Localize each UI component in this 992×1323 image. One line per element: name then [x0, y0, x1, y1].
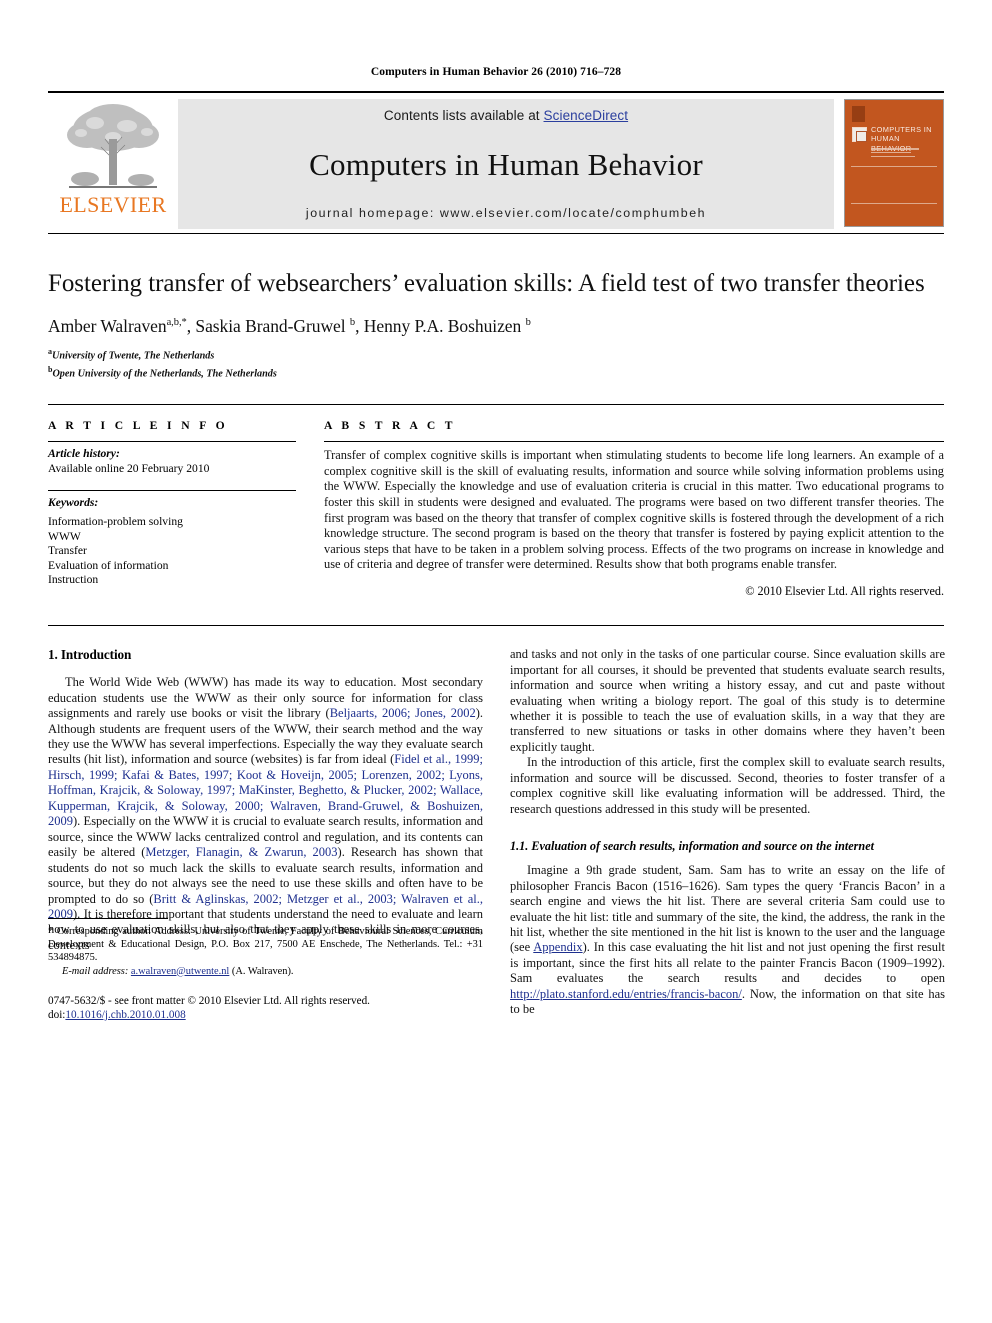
- external-url-link[interactable]: http://plato.stanford.edu/entries/franci…: [510, 987, 742, 1001]
- keyword-item: Instruction: [48, 573, 99, 587]
- info-abstract-region: A R T I C L E I N F O Article history: A…: [48, 404, 944, 627]
- sciencedirect-link[interactable]: ScienceDirect: [544, 108, 629, 123]
- abstract-body: Transfer of complex cognitive skills is …: [324, 448, 944, 572]
- author-1: Amber Walraven: [48, 316, 167, 336]
- cover-divider-bottom: [851, 202, 937, 204]
- affiliation-b-text: Open University of the Netherlands, The …: [52, 367, 277, 379]
- contents-prefix-text: Contents lists available at: [383, 108, 544, 123]
- right-column: and tasks and not only in the tasks of o…: [510, 647, 945, 1018]
- doi-link[interactable]: 10.1016/j.chb.2010.01.008: [65, 1009, 185, 1021]
- keyword-item: Evaluation of information: [48, 558, 169, 572]
- keyword-item: Transfer: [48, 544, 87, 558]
- contents-available-line: Contents lists available at ScienceDirec…: [384, 108, 628, 123]
- footnote-text: Corresponding author. Address: Universit…: [48, 925, 483, 964]
- keyword-item: Information-problem solving: [48, 514, 183, 528]
- paper-page: Computers in Human Behavior 26 (2010) 71…: [0, 0, 992, 1323]
- subsection-title-1-1: 1.1. Evaluation of search results, infor…: [510, 839, 874, 854]
- keywords-label: Keywords:: [48, 496, 99, 510]
- footnote-divider: [48, 917, 168, 919]
- journal-masthead: ELSEVIER Contents lists available at Sci…: [48, 91, 944, 234]
- paragraph-1-1-1: Imagine a 9th grade student, Sam. Sam ha…: [510, 863, 945, 1018]
- journal-cover-thumbnail[interactable]: COMPUTERS IN HUMAN BEHAVIOR: [844, 99, 944, 227]
- article-info-column: A R T I C L E I N F O Article history: A…: [48, 419, 296, 626]
- cover-subtitle-lines: [871, 148, 937, 159]
- keyword-item: WWW: [48, 529, 81, 543]
- masthead-center-band: Contents lists available at ScienceDirec…: [178, 99, 834, 229]
- paragraph-intro-1: The World Wide Web (WWW) has made its wa…: [48, 675, 483, 953]
- issn-copyright-block: 0747-5632/$ - see front matter © 2010 El…: [48, 994, 483, 1022]
- paragraph-intro-2: In the introduction of this article, fir…: [510, 755, 945, 816]
- copyright-line: © 2010 Elsevier Ltd. All rights reserved…: [745, 583, 944, 598]
- author-2: , Saskia Brand-Gruwel: [186, 316, 350, 336]
- cover-divider-top: [851, 166, 937, 168]
- keywords-list: Information-problem solving WWW Transfer…: [48, 515, 296, 588]
- article-history-value: Available online 20 February 2010: [48, 461, 210, 475]
- page-title: Fostering transfer of websearchers’ eval…: [48, 270, 925, 297]
- affiliation-list: aUniversity of Twente, The Netherlands b…: [48, 345, 944, 380]
- doi-label: doi:: [48, 1008, 66, 1021]
- elsevier-wordmark: ELSEVIER: [59, 192, 167, 217]
- affiliation-a-text: University of Twente, The Netherlands: [52, 350, 215, 362]
- abstract-heading: A B S T R A C T: [324, 419, 456, 433]
- citation-reference[interactable]: Beljaarts, 2006; Jones, 2002: [330, 706, 476, 720]
- journal-homepage-line[interactable]: journal homepage: www.elsevier.com/locat…: [306, 206, 706, 220]
- keywords-group: Keywords: Information-problem solving WW…: [48, 496, 296, 588]
- appendix-link[interactable]: Appendix: [533, 940, 582, 954]
- affiliation-b: bOpen University of the Netherlands, The…: [48, 363, 944, 381]
- author-1-affil-marker: a,b,*: [166, 317, 187, 329]
- footnote-email: E-mail address: a.walraven@utwente.nl (A…: [48, 965, 483, 978]
- article-info-rule-mid: [48, 490, 296, 492]
- doi-line: doi:10.1016/j.chb.2010.01.008: [48, 1008, 483, 1022]
- author-3: , Henny P.A. Boshuizen: [355, 316, 526, 336]
- body-columns: 1. Introduction The World Wide Web (WWW)…: [48, 647, 945, 1021]
- email-label: E-mail address:: [62, 965, 129, 977]
- section-title-introduction: 1. Introduction: [48, 647, 132, 663]
- author-3-affil-marker: b: [525, 317, 531, 329]
- issn-line: 0747-5632/$ - see front matter © 2010 El…: [48, 994, 370, 1007]
- author-list: Amber Walravena,b,*, Saskia Brand-Gruwel…: [48, 316, 944, 337]
- affiliation-a: aUniversity of Twente, The Netherlands: [48, 345, 944, 363]
- article-info-rule-top: [48, 441, 296, 443]
- abstract-column: A B S T R A C T Transfer of complex cogn…: [324, 419, 944, 626]
- email-link[interactable]: a.walraven@utwente.nl: [131, 966, 229, 977]
- article-history-group: Article history: Available online 20 Feb…: [48, 447, 296, 476]
- journal-title: Computers in Human Behavior: [309, 146, 703, 182]
- article-info-heading: A R T I C L E I N F O: [48, 419, 229, 433]
- citation-reference[interactable]: Metzger, Flanagin, & Zwarun, 2003: [145, 845, 337, 859]
- cover-elsevier-icon: [852, 106, 865, 122]
- running-head: Computers in Human Behavior 26 (2010) 71…: [370, 66, 622, 78]
- elsevier-tree-icon: [61, 99, 165, 193]
- abstract-rule: [324, 441, 944, 443]
- cover-badge-icon: [852, 127, 867, 142]
- title-block: Fostering transfer of websearchers’ eval…: [48, 268, 944, 380]
- left-column: 1. Introduction The World Wide Web (WWW)…: [48, 647, 483, 1021]
- elsevier-logo: ELSEVIER: [48, 93, 178, 233]
- footnote-zone: * Corresponding author. Address: Univers…: [48, 917, 483, 1022]
- email-suffix: (A. Walraven).: [229, 965, 294, 977]
- paragraph-intro-continued: and tasks and not only in the tasks of o…: [510, 647, 945, 754]
- article-history-label: Article history:: [48, 447, 120, 461]
- footnote-corresponding-author: * Corresponding author. Address: Univers…: [48, 925, 483, 965]
